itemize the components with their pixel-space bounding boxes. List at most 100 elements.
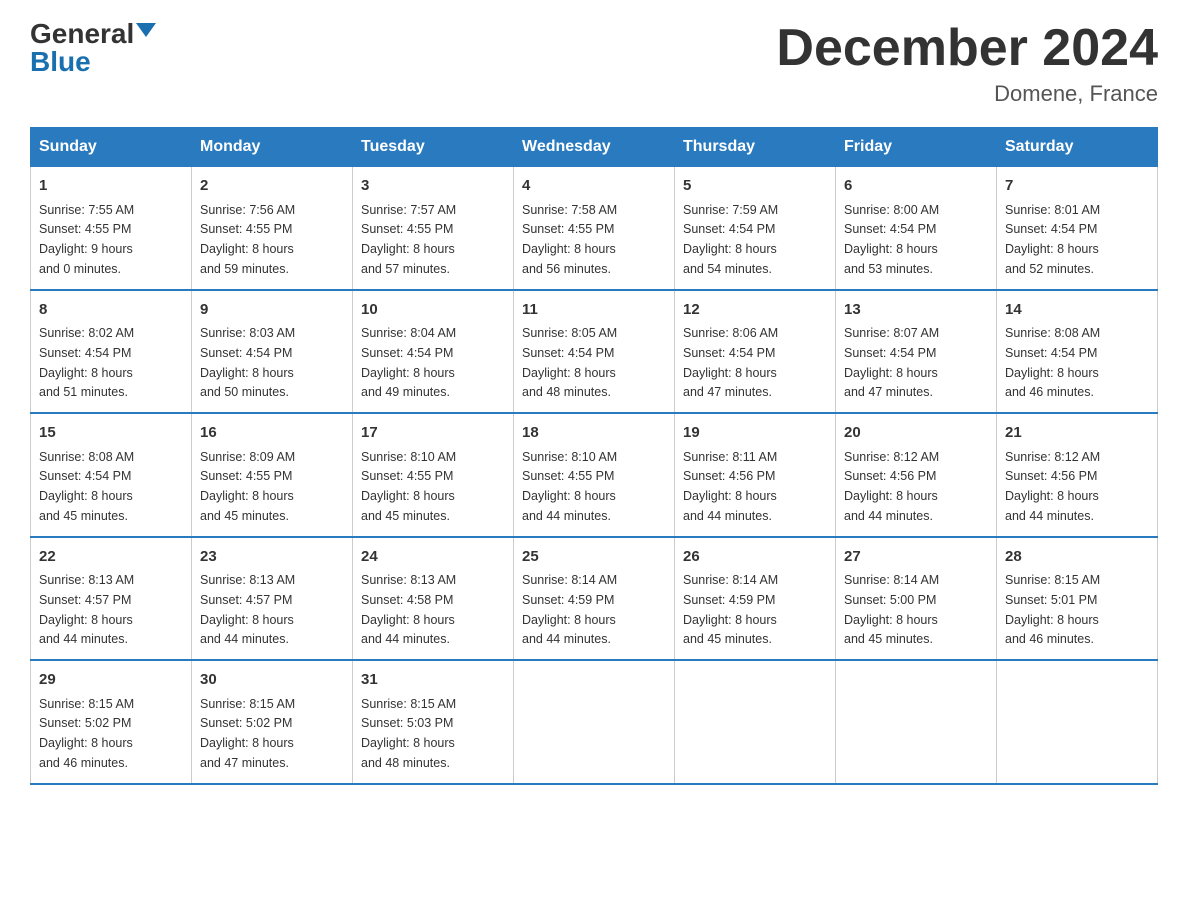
day-info: Sunrise: 7:59 AMSunset: 4:54 PMDaylight:… (683, 203, 778, 276)
day-info: Sunrise: 8:03 AMSunset: 4:54 PMDaylight:… (200, 326, 295, 399)
col-saturday: Saturday (997, 128, 1158, 167)
day-number: 17 (361, 422, 505, 445)
table-row: 4 Sunrise: 7:58 AMSunset: 4:55 PMDayligh… (514, 167, 675, 290)
calendar-table: Sunday Monday Tuesday Wednesday Thursday… (30, 127, 1158, 785)
calendar-body: 1 Sunrise: 7:55 AMSunset: 4:55 PMDayligh… (31, 167, 1158, 784)
day-number: 21 (1005, 422, 1149, 445)
logo-blue-text: Blue (30, 46, 91, 77)
table-row: 5 Sunrise: 7:59 AMSunset: 4:54 PMDayligh… (675, 167, 836, 290)
day-number: 30 (200, 669, 344, 692)
table-row (836, 660, 997, 784)
day-number: 26 (683, 546, 827, 569)
table-row: 21 Sunrise: 8:12 AMSunset: 4:56 PMDaylig… (997, 413, 1158, 537)
day-info: Sunrise: 8:10 AMSunset: 4:55 PMDaylight:… (522, 450, 617, 523)
logo-general-text: General (30, 20, 134, 48)
calendar-week-row: 15 Sunrise: 8:08 AMSunset: 4:54 PMDaylig… (31, 413, 1158, 537)
table-row (675, 660, 836, 784)
day-number: 5 (683, 175, 827, 198)
day-info: Sunrise: 8:00 AMSunset: 4:54 PMDaylight:… (844, 203, 939, 276)
day-number: 24 (361, 546, 505, 569)
table-row: 6 Sunrise: 8:00 AMSunset: 4:54 PMDayligh… (836, 167, 997, 290)
calendar-week-row: 29 Sunrise: 8:15 AMSunset: 5:02 PMDaylig… (31, 660, 1158, 784)
day-info: Sunrise: 8:14 AMSunset: 4:59 PMDaylight:… (683, 573, 778, 646)
location: Domene, France (776, 81, 1158, 107)
table-row: 19 Sunrise: 8:11 AMSunset: 4:56 PMDaylig… (675, 413, 836, 537)
day-number: 20 (844, 422, 988, 445)
table-row: 1 Sunrise: 7:55 AMSunset: 4:55 PMDayligh… (31, 167, 192, 290)
table-row: 3 Sunrise: 7:57 AMSunset: 4:55 PMDayligh… (353, 167, 514, 290)
day-number: 16 (200, 422, 344, 445)
table-row: 10 Sunrise: 8:04 AMSunset: 4:54 PMDaylig… (353, 290, 514, 414)
page-header: General Blue December 2024 Domene, Franc… (30, 20, 1158, 107)
day-number: 25 (522, 546, 666, 569)
month-title: December 2024 (776, 20, 1158, 77)
table-row: 26 Sunrise: 8:14 AMSunset: 4:59 PMDaylig… (675, 537, 836, 661)
day-info: Sunrise: 7:55 AMSunset: 4:55 PMDaylight:… (39, 203, 134, 276)
day-number: 7 (1005, 175, 1149, 198)
day-info: Sunrise: 7:58 AMSunset: 4:55 PMDaylight:… (522, 203, 617, 276)
table-row: 23 Sunrise: 8:13 AMSunset: 4:57 PMDaylig… (192, 537, 353, 661)
day-number: 14 (1005, 299, 1149, 322)
day-info: Sunrise: 8:14 AMSunset: 4:59 PMDaylight:… (522, 573, 617, 646)
day-number: 19 (683, 422, 827, 445)
day-number: 12 (683, 299, 827, 322)
day-info: Sunrise: 8:15 AMSunset: 5:03 PMDaylight:… (361, 697, 456, 770)
calendar-week-row: 1 Sunrise: 7:55 AMSunset: 4:55 PMDayligh… (31, 167, 1158, 290)
table-row: 24 Sunrise: 8:13 AMSunset: 4:58 PMDaylig… (353, 537, 514, 661)
day-info: Sunrise: 8:10 AMSunset: 4:55 PMDaylight:… (361, 450, 456, 523)
day-number: 29 (39, 669, 183, 692)
day-number: 6 (844, 175, 988, 198)
day-info: Sunrise: 8:12 AMSunset: 4:56 PMDaylight:… (1005, 450, 1100, 523)
day-info: Sunrise: 8:14 AMSunset: 5:00 PMDaylight:… (844, 573, 939, 646)
day-info: Sunrise: 8:08 AMSunset: 4:54 PMDaylight:… (39, 450, 134, 523)
table-row: 28 Sunrise: 8:15 AMSunset: 5:01 PMDaylig… (997, 537, 1158, 661)
day-number: 23 (200, 546, 344, 569)
day-number: 28 (1005, 546, 1149, 569)
day-info: Sunrise: 8:06 AMSunset: 4:54 PMDaylight:… (683, 326, 778, 399)
calendar-week-row: 8 Sunrise: 8:02 AMSunset: 4:54 PMDayligh… (31, 290, 1158, 414)
day-info: Sunrise: 7:56 AMSunset: 4:55 PMDaylight:… (200, 203, 295, 276)
table-row: 17 Sunrise: 8:10 AMSunset: 4:55 PMDaylig… (353, 413, 514, 537)
col-friday: Friday (836, 128, 997, 167)
day-number: 22 (39, 546, 183, 569)
day-number: 3 (361, 175, 505, 198)
col-sunday: Sunday (31, 128, 192, 167)
day-info: Sunrise: 7:57 AMSunset: 4:55 PMDaylight:… (361, 203, 456, 276)
day-number: 27 (844, 546, 988, 569)
table-row: 31 Sunrise: 8:15 AMSunset: 5:03 PMDaylig… (353, 660, 514, 784)
table-row: 2 Sunrise: 7:56 AMSunset: 4:55 PMDayligh… (192, 167, 353, 290)
day-number: 31 (361, 669, 505, 692)
day-info: Sunrise: 8:13 AMSunset: 4:57 PMDaylight:… (39, 573, 134, 646)
day-info: Sunrise: 8:04 AMSunset: 4:54 PMDaylight:… (361, 326, 456, 399)
table-row: 20 Sunrise: 8:12 AMSunset: 4:56 PMDaylig… (836, 413, 997, 537)
day-info: Sunrise: 8:15 AMSunset: 5:02 PMDaylight:… (39, 697, 134, 770)
day-info: Sunrise: 8:11 AMSunset: 4:56 PMDaylight:… (683, 450, 777, 523)
table-row: 12 Sunrise: 8:06 AMSunset: 4:54 PMDaylig… (675, 290, 836, 414)
col-thursday: Thursday (675, 128, 836, 167)
day-info: Sunrise: 8:12 AMSunset: 4:56 PMDaylight:… (844, 450, 939, 523)
table-row: 7 Sunrise: 8:01 AMSunset: 4:54 PMDayligh… (997, 167, 1158, 290)
day-number: 10 (361, 299, 505, 322)
day-number: 11 (522, 299, 666, 322)
col-monday: Monday (192, 128, 353, 167)
table-row: 14 Sunrise: 8:08 AMSunset: 4:54 PMDaylig… (997, 290, 1158, 414)
day-info: Sunrise: 8:09 AMSunset: 4:55 PMDaylight:… (200, 450, 295, 523)
header-row: Sunday Monday Tuesday Wednesday Thursday… (31, 128, 1158, 167)
day-info: Sunrise: 8:02 AMSunset: 4:54 PMDaylight:… (39, 326, 134, 399)
day-number: 13 (844, 299, 988, 322)
table-row: 18 Sunrise: 8:10 AMSunset: 4:55 PMDaylig… (514, 413, 675, 537)
day-number: 1 (39, 175, 183, 198)
day-info: Sunrise: 8:13 AMSunset: 4:58 PMDaylight:… (361, 573, 456, 646)
table-row: 25 Sunrise: 8:14 AMSunset: 4:59 PMDaylig… (514, 537, 675, 661)
day-info: Sunrise: 8:07 AMSunset: 4:54 PMDaylight:… (844, 326, 939, 399)
table-row: 8 Sunrise: 8:02 AMSunset: 4:54 PMDayligh… (31, 290, 192, 414)
table-row: 11 Sunrise: 8:05 AMSunset: 4:54 PMDaylig… (514, 290, 675, 414)
logo-triangle-icon (136, 23, 156, 37)
day-number: 15 (39, 422, 183, 445)
title-block: December 2024 Domene, France (776, 20, 1158, 107)
table-row (514, 660, 675, 784)
day-number: 8 (39, 299, 183, 322)
table-row: 9 Sunrise: 8:03 AMSunset: 4:54 PMDayligh… (192, 290, 353, 414)
col-tuesday: Tuesday (353, 128, 514, 167)
day-info: Sunrise: 8:05 AMSunset: 4:54 PMDaylight:… (522, 326, 617, 399)
